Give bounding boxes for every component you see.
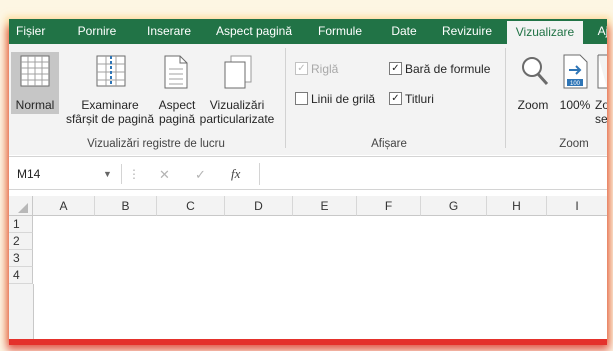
enter-icon[interactable]: ✓ [195, 167, 206, 183]
headings-check-icon: ✓ [389, 92, 402, 105]
page-break-preview-button[interactable]: Examinare sfârșit de pagină [61, 52, 159, 126]
ruler-label: Riglă [311, 62, 339, 76]
insert-function-icon[interactable]: fx [231, 166, 240, 182]
column-header-c[interactable]: C [157, 196, 225, 216]
tab-help[interactable]: Aj [595, 19, 607, 44]
magnifier-icon [522, 57, 549, 86]
tab-formulas[interactable]: Formule [316, 19, 364, 44]
row-header-2[interactable]: 2 [9, 233, 33, 250]
column-header-i[interactable]: I [547, 196, 607, 216]
zoom-label: Zoom [517, 98, 549, 112]
tab-view[interactable]: Vizualizare [507, 21, 583, 44]
custom-views-button[interactable]: Vizualizări particularizate [199, 52, 275, 126]
group-separator [505, 48, 506, 148]
gridlines-label: Linii de grilă [311, 92, 376, 106]
column-header-g[interactable]: G [421, 196, 487, 216]
select-all-corner[interactable] [9, 196, 33, 216]
row-header-4[interactable]: 4 [9, 267, 33, 284]
gridlines-check-icon [295, 92, 308, 105]
formula-bar: M14 ▼ ⋮ ✕ ✓ fx [9, 156, 607, 190]
ruler-checkbox[interactable]: ✓ Riglă [293, 61, 363, 77]
zoom-100-button[interactable]: 100 100% [557, 52, 593, 116]
column-header-e[interactable]: E [293, 196, 357, 216]
column-header-h[interactable]: H [487, 196, 547, 216]
column-header-b[interactable]: B [95, 196, 157, 216]
column-header-a[interactable]: A [33, 196, 95, 216]
page-break-preview-label-2: sfârșit de pagină [65, 112, 155, 126]
zoom-100-icon: 100 [563, 54, 588, 89]
page-layout-label-1: Aspect [158, 98, 196, 112]
name-box-value: M14 [17, 167, 41, 181]
tab-data[interactable]: Date [388, 19, 420, 44]
show-group-label: Afișare [371, 138, 407, 150]
group-separator [285, 48, 286, 148]
workbook-views-group-label: Vizualizări registre de lucru [87, 138, 225, 150]
column-header-f[interactable]: F [357, 196, 421, 216]
gridlines-checkbox[interactable]: Linii de grilă [293, 91, 389, 107]
page-layout-label-2: pagină [158, 112, 196, 126]
more-dots-icon: ⋮ [128, 167, 140, 181]
ribbon-panel: Normal Examinare sfârșit de pagină Aspec… [9, 44, 607, 155]
select-all-icon [18, 203, 28, 213]
zoom-selection-label-1: Zo [595, 98, 607, 112]
column-header-d[interactable]: D [225, 196, 293, 216]
page-layout-icon [164, 55, 188, 89]
zoom-selection-icon [597, 54, 607, 89]
zoom-selection-label-2: se [595, 112, 607, 124]
tab-page-layout[interactable]: Aspect pagină [215, 19, 293, 44]
tab-home[interactable]: Pornire [75, 19, 119, 44]
chevron-down-icon[interactable]: ▼ [103, 164, 112, 184]
formula-input[interactable] [259, 163, 607, 185]
row-header-overflow [9, 284, 34, 339]
worksheet-grid[interactable]: A B C D E F G H I 1 2 3 4 [9, 196, 607, 339]
ruler-check-icon: ✓ [295, 62, 308, 75]
page-break-preview-icon [96, 55, 126, 87]
svg-text:100: 100 [570, 81, 581, 87]
page-layout-view-button[interactable]: Aspect pagină [155, 52, 199, 126]
tab-file[interactable]: Fișier [16, 19, 45, 44]
formula-bar-checkbox[interactable]: ✓ Bară de formule [387, 61, 499, 77]
tab-insert[interactable]: Inserare [146, 19, 192, 44]
headings-label: Titluri [405, 92, 434, 106]
custom-views-icon [224, 55, 252, 89]
name-box[interactable]: M14 ▼ [9, 164, 122, 184]
ribbon-tab-bar: Fișier Pornire Inserare Aspect pagină Fo… [9, 19, 607, 44]
page-break-preview-label-1: Examinare [81, 98, 139, 112]
headings-checkbox[interactable]: ✓ Titluri [387, 91, 457, 107]
tab-review[interactable]: Revizuire [439, 19, 495, 44]
cancel-icon[interactable]: ✕ [159, 167, 170, 183]
custom-views-label-2: particularizate [199, 112, 275, 126]
excel-window: Fișier Pornire Inserare Aspect pagină Fo… [9, 19, 607, 339]
normal-view-icon [20, 55, 50, 87]
zoom-group-label: Zoom [559, 138, 589, 150]
zoom-button[interactable]: Zoom [511, 52, 555, 116]
normal-view-label: Normal [15, 98, 55, 112]
row-header-1[interactable]: 1 [9, 216, 33, 233]
zoom-to-selection-button[interactable]: Zo se [595, 52, 607, 124]
row-header-3[interactable]: 3 [9, 250, 33, 267]
custom-views-label-1: Vizualizări [209, 98, 265, 112]
formula-bar-check-icon: ✓ [389, 62, 402, 75]
normal-view-button[interactable]: Normal [11, 52, 59, 114]
formula-bar-label: Bară de formule [405, 62, 491, 76]
zoom-100-label: 100% [559, 98, 591, 112]
